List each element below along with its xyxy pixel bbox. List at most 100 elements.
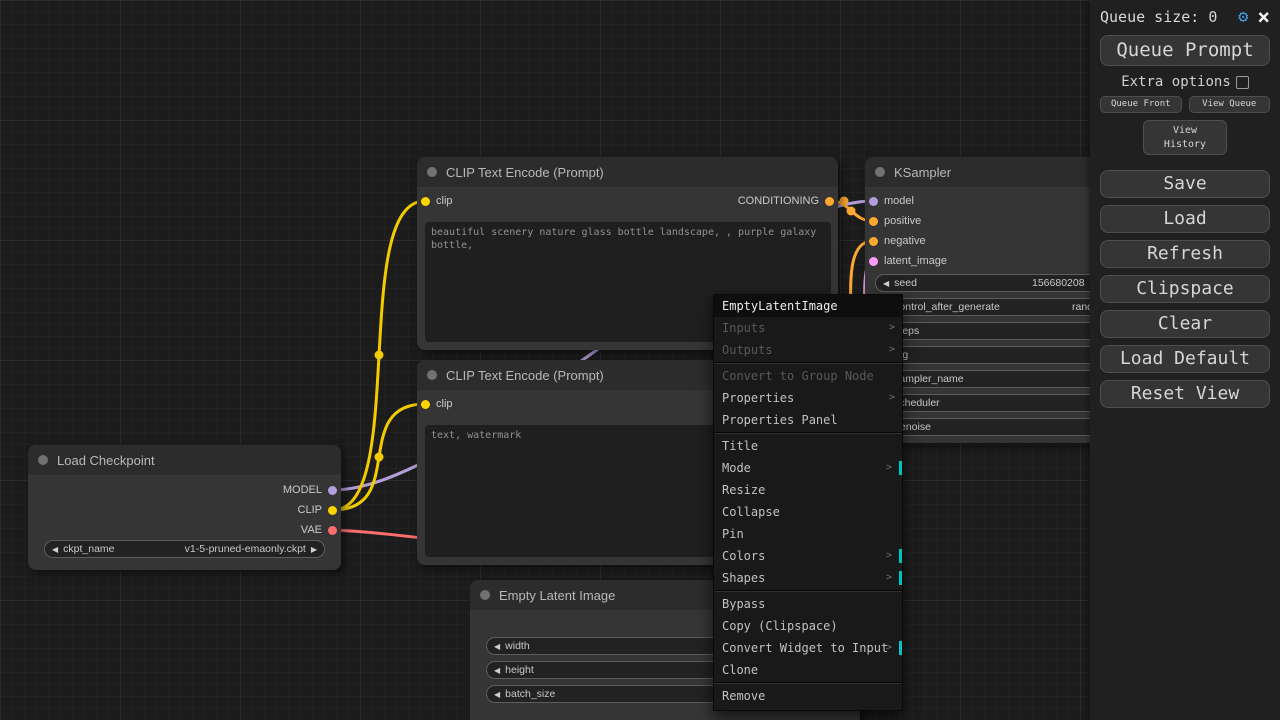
widget-right-arrow-icon[interactable]: ▶ bbox=[311, 545, 317, 554]
load-default-button[interactable]: Load Default bbox=[1100, 345, 1270, 373]
context-menu-item-clone[interactable]: Clone bbox=[714, 659, 902, 681]
clip-pin-icon[interactable] bbox=[421, 399, 430, 409]
submenu-arrow-icon: > bbox=[885, 462, 892, 473]
context-menu-item-bypass[interactable]: Bypass bbox=[714, 593, 902, 615]
widget-left-arrow-icon[interactable]: ◀ bbox=[883, 279, 889, 288]
submenu-arrow-icon: > bbox=[885, 572, 892, 583]
menu-separator bbox=[714, 362, 902, 364]
output-slot-conditioning[interactable]: CONDITIONING bbox=[738, 191, 834, 211]
node-graph-canvas[interactable]: Load Checkpoint MODEL CLIP VAE ◀ ckpt_na… bbox=[0, 0, 1280, 720]
menu-item-label: Convert Widget to Input bbox=[722, 641, 889, 655]
reset-view-button[interactable]: Reset View bbox=[1100, 380, 1270, 408]
widget-left-arrow-icon[interactable]: ◀ bbox=[494, 666, 500, 675]
widget-value: v1-5-pruned-emaonly.ckpt bbox=[184, 543, 306, 555]
node-collapse-dot-icon[interactable] bbox=[480, 590, 490, 600]
widget-left-arrow-icon[interactable]: ◀ bbox=[494, 642, 500, 651]
menu-item-label: Title bbox=[722, 439, 759, 453]
widget-value: 156680208 bbox=[1032, 277, 1085, 289]
load-button[interactable]: Load bbox=[1100, 205, 1270, 233]
menu-item-label: Clone bbox=[722, 663, 759, 677]
context-menu-item-inputs: Inputs > bbox=[714, 317, 902, 339]
node-title: KSampler bbox=[894, 164, 952, 180]
conditioning-pin-icon[interactable] bbox=[869, 216, 878, 226]
model-pin-icon[interactable] bbox=[328, 485, 337, 495]
queue-front-button[interactable]: Queue Front bbox=[1100, 96, 1182, 113]
context-menu-item-collapse[interactable]: Collapse bbox=[714, 501, 902, 523]
latent-pin-icon[interactable] bbox=[869, 256, 878, 266]
slot-label: latent_image bbox=[884, 255, 947, 267]
menu-item-label: Shapes bbox=[722, 571, 766, 585]
link-dot bbox=[846, 206, 856, 216]
slot-label: clip bbox=[436, 195, 453, 207]
widget-name: control_after_generate bbox=[894, 301, 1000, 313]
widget-name: batch_size bbox=[505, 688, 556, 700]
conditioning-pin-icon[interactable] bbox=[869, 236, 878, 246]
close-icon[interactable]: × bbox=[1257, 7, 1270, 28]
output-slot-clip[interactable]: CLIP bbox=[298, 500, 337, 520]
extra-options-label: Extra options bbox=[1121, 74, 1231, 90]
ckpt-name-widget[interactable]: ◀ ckpt_name v1-5-pruned-emaonly.ckpt ▶ bbox=[44, 540, 325, 558]
context-menu-item-properties[interactable]: Properties > bbox=[714, 387, 902, 409]
view-history-button[interactable]: View History bbox=[1143, 120, 1227, 155]
link-dot bbox=[374, 350, 384, 360]
clear-button[interactable]: Clear bbox=[1100, 310, 1270, 338]
input-slot-negative[interactable]: negative bbox=[869, 231, 926, 251]
input-slot-model[interactable]: model bbox=[869, 191, 914, 211]
view-queue-button[interactable]: View Queue bbox=[1188, 96, 1270, 113]
context-menu-item-shapes[interactable]: Shapes > bbox=[714, 567, 902, 589]
node-title-bar[interactable]: Load Checkpoint bbox=[28, 445, 341, 475]
output-slot-vae[interactable]: VAE bbox=[301, 520, 337, 540]
vae-pin-icon[interactable] bbox=[328, 525, 337, 535]
submenu-arrow-icon: > bbox=[888, 344, 895, 355]
refresh-button[interactable]: Refresh bbox=[1100, 240, 1270, 268]
context-menu-item-colors[interactable]: Colors > bbox=[714, 545, 902, 567]
menu-separator bbox=[714, 432, 902, 434]
context-menu-item-pin[interactable]: Pin bbox=[714, 523, 902, 545]
menu-item-label: Bypass bbox=[722, 597, 766, 611]
node-collapse-dot-icon[interactable] bbox=[38, 455, 48, 465]
context-menu-title: EmptyLatentImage bbox=[714, 295, 902, 317]
context-menu-item-resize[interactable]: Resize bbox=[714, 479, 902, 501]
menu-item-label: Properties Panel bbox=[722, 413, 838, 427]
menu-separator bbox=[714, 682, 902, 684]
input-slot-clip[interactable]: clip bbox=[421, 394, 453, 414]
link-dot bbox=[374, 452, 384, 462]
node-title-bar[interactable]: CLIP Text Encode (Prompt) bbox=[417, 157, 838, 187]
node-title: CLIP Text Encode (Prompt) bbox=[446, 367, 604, 383]
clip-pin-icon[interactable] bbox=[421, 196, 430, 206]
settings-gear-icon[interactable]: ⚙ bbox=[1238, 7, 1248, 27]
model-pin-icon[interactable] bbox=[869, 196, 878, 206]
wire-clip-top bbox=[331, 199, 427, 512]
node-load-checkpoint[interactable]: Load Checkpoint MODEL CLIP VAE ◀ ckpt_na… bbox=[28, 445, 341, 570]
node-collapse-dot-icon[interactable] bbox=[875, 167, 885, 177]
context-menu-item-mode[interactable]: Mode > bbox=[714, 457, 902, 479]
extra-options-checkbox[interactable] bbox=[1235, 75, 1249, 89]
slot-label: VAE bbox=[300, 524, 322, 536]
queue-prompt-button[interactable]: Queue Prompt bbox=[1100, 35, 1270, 66]
input-slot-positive[interactable]: positive bbox=[869, 211, 921, 231]
clipspace-button[interactable]: Clipspace bbox=[1100, 275, 1270, 303]
save-button[interactable]: Save bbox=[1100, 170, 1270, 198]
slot-label: clip bbox=[436, 398, 453, 410]
conditioning-pin-icon[interactable] bbox=[825, 196, 834, 206]
input-slot-latent-image[interactable]: latent_image bbox=[869, 251, 947, 271]
output-slot-model[interactable]: MODEL bbox=[283, 480, 337, 500]
context-menu-item-remove[interactable]: Remove bbox=[714, 685, 902, 707]
context-menu-item-convert-to-group-node: Convert to Group Node bbox=[714, 365, 902, 387]
menu-item-label: Convert to Group Node bbox=[722, 369, 874, 383]
node-title: Load Checkpoint bbox=[57, 452, 155, 468]
widget-name: sampler_name bbox=[894, 373, 964, 385]
menu-item-label: Properties bbox=[722, 391, 795, 405]
node-title: CLIP Text Encode (Prompt) bbox=[446, 164, 604, 180]
context-menu-item-copy-clipspace[interactable]: Copy (Clipspace) bbox=[714, 615, 902, 637]
node-collapse-dot-icon[interactable] bbox=[427, 167, 437, 177]
node-collapse-dot-icon[interactable] bbox=[427, 370, 437, 380]
clip-pin-icon[interactable] bbox=[328, 505, 337, 515]
widget-left-arrow-icon[interactable]: ◀ bbox=[494, 690, 500, 699]
menu-item-label: Colors bbox=[722, 549, 766, 563]
context-menu-item-properties-panel[interactable]: Properties Panel bbox=[714, 409, 902, 431]
widget-left-arrow-icon[interactable]: ◀ bbox=[52, 545, 58, 554]
context-menu-item-title[interactable]: Title bbox=[714, 435, 902, 457]
context-menu-item-convert-widget-to-input[interactable]: Convert Widget to Input > bbox=[714, 637, 902, 659]
input-slot-clip[interactable]: clip bbox=[421, 191, 453, 211]
